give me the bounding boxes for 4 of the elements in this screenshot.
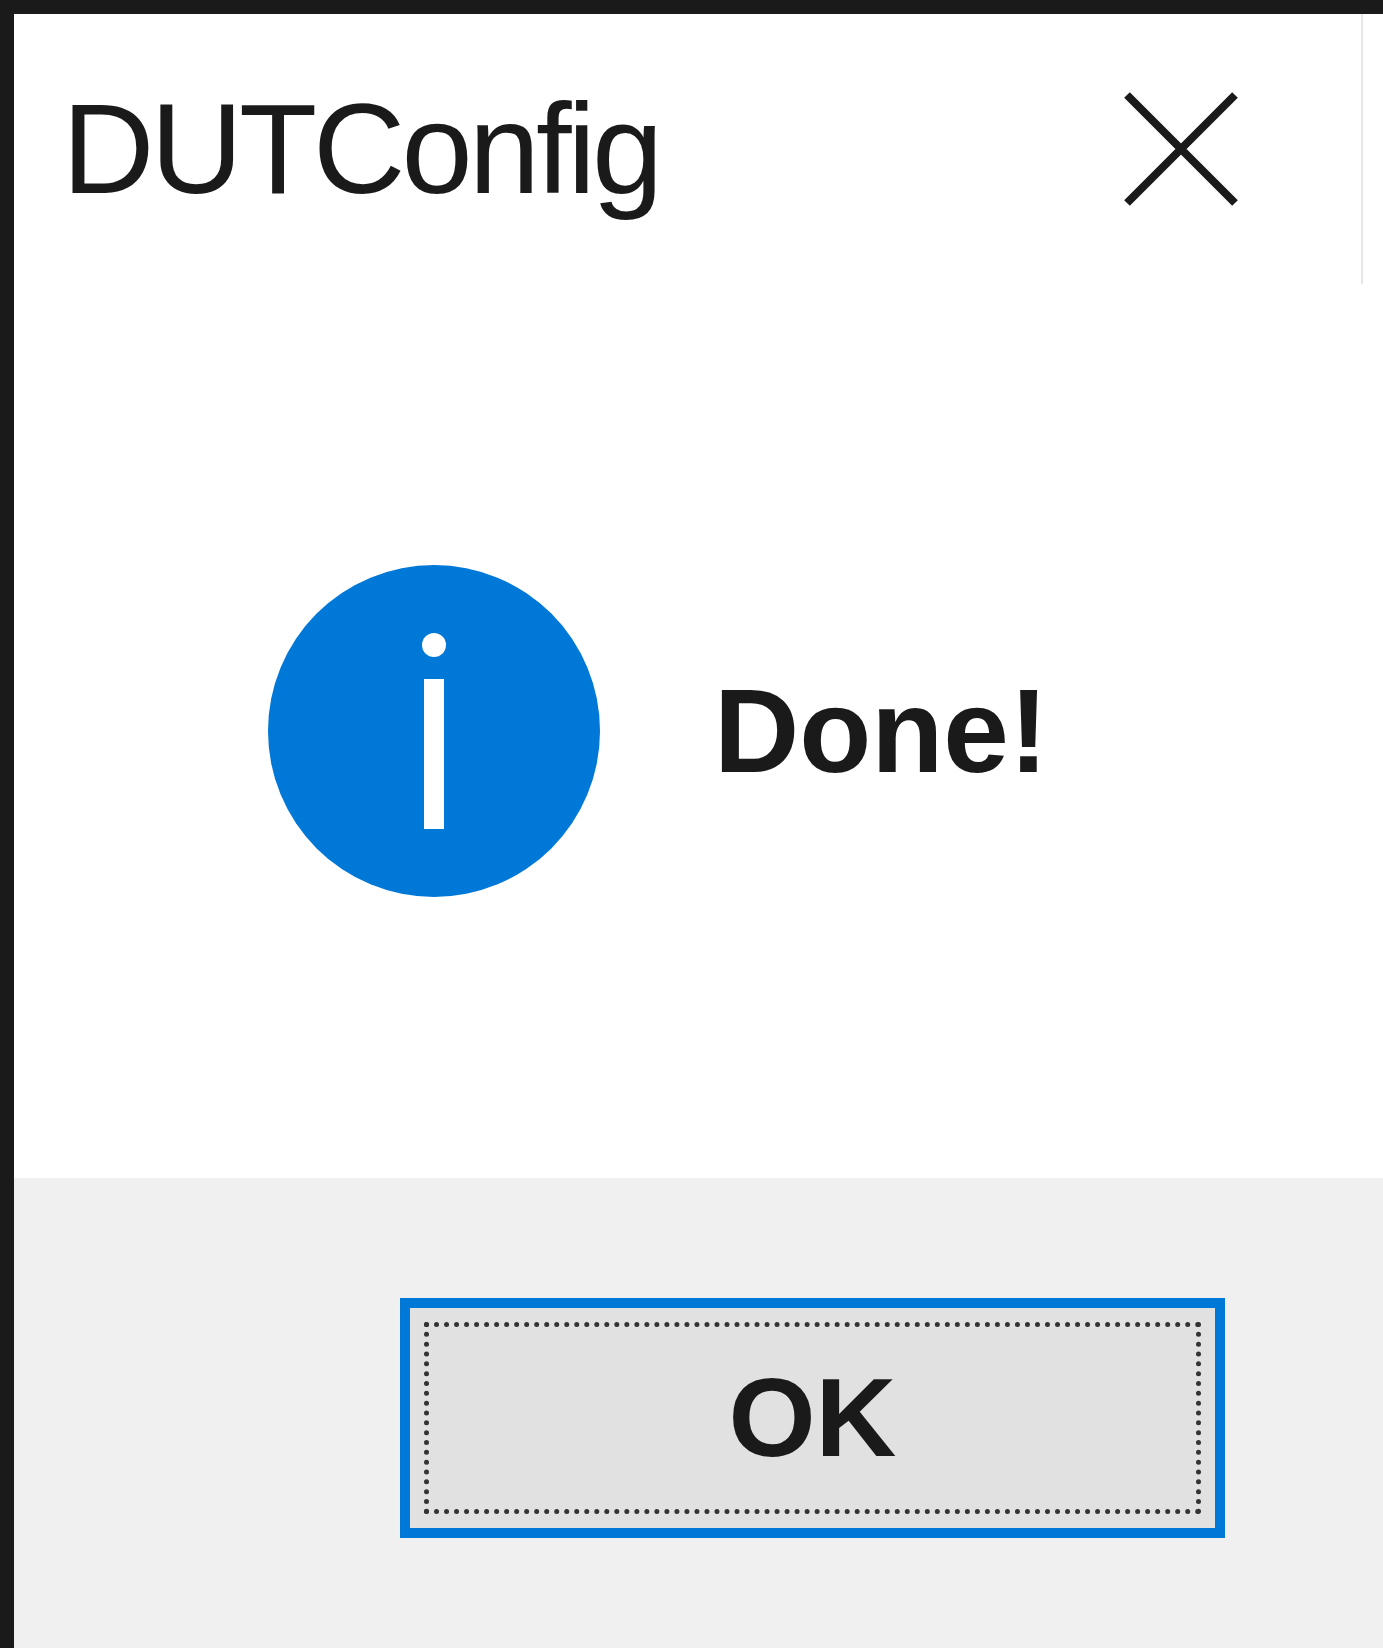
close-icon — [1123, 91, 1239, 207]
message-text: Done! — [714, 672, 1049, 790]
ok-button[interactable]: OK — [400, 1298, 1225, 1538]
window-title: DUTConfig — [62, 76, 661, 223]
